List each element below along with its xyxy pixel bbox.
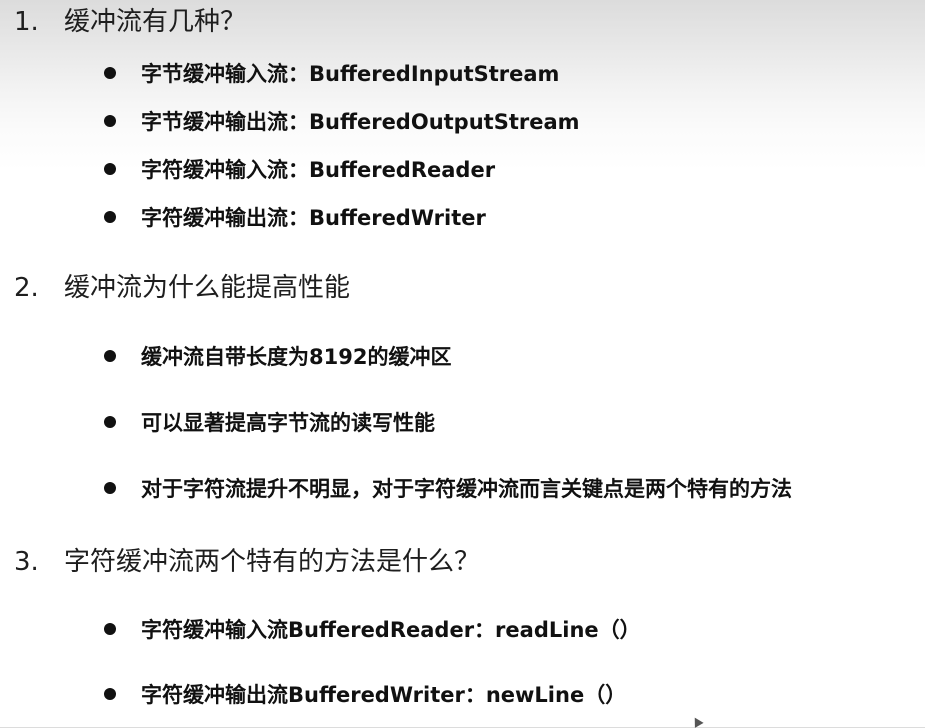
section-1-title: 缓冲流有几种？ — [64, 7, 247, 37]
list-item: 缓冲流自带长度为8192的缓冲区 — [104, 342, 451, 372]
bullet-icon — [104, 623, 116, 635]
section-1-number: 1. — [14, 7, 39, 37]
list-item: 可以显著提高字节流的读写性能 — [104, 408, 435, 438]
bullet-icon — [104, 688, 116, 700]
section-2-heading: 2. 缓冲流为什么能提高性能 — [14, 268, 350, 308]
bullet-icon — [104, 416, 116, 428]
section-2-number: 2. — [14, 273, 39, 303]
section-2-title: 缓冲流为什么能提高性能 — [64, 273, 351, 303]
list-item: 字节缓冲输出流：BufferedOutputStream — [104, 107, 580, 137]
list-item: 字符缓冲输入流BufferedReader：readLine（） — [104, 615, 641, 645]
bullet-icon — [104, 67, 116, 79]
bullet-icon — [104, 350, 116, 362]
section-3-number: 3. — [14, 547, 39, 577]
bullet-icon — [104, 115, 116, 127]
list-item-text: 字符缓冲输入流：BufferedReader — [141, 158, 496, 182]
list-item-text: 对于字符流提升不明显，对于字符缓冲流而言关键点是两个特有的方法 — [141, 477, 792, 501]
list-item-text: 缓冲流自带长度为8192的缓冲区 — [141, 345, 452, 369]
bullet-icon — [104, 482, 116, 494]
list-item-text: 字节缓冲输出流：BufferedOutputStream — [141, 110, 580, 134]
list-item-text: 字节缓冲输入流：BufferedInputStream — [141, 62, 560, 86]
list-item: 字节缓冲输入流：BufferedInputStream — [104, 59, 559, 89]
list-item-text: 可以显著提高字节流的读写性能 — [141, 411, 435, 435]
list-item: 字符缓冲输入流：BufferedReader — [104, 155, 495, 185]
section-3-title: 字符缓冲流两个特有的方法是什么？ — [64, 547, 481, 577]
section-1-heading: 1. 缓冲流有几种？ — [14, 2, 246, 42]
mouse-cursor-icon — [690, 715, 704, 728]
bullet-icon — [104, 211, 116, 223]
list-item: 字符缓冲输出流BufferedWriter：newLine（） — [104, 680, 626, 710]
list-item: 对于字符流提升不明显，对于字符缓冲流而言关键点是两个特有的方法 — [104, 474, 792, 504]
section-3-heading: 3. 字符缓冲流两个特有的方法是什么？ — [14, 542, 480, 582]
list-item-text: 字符缓冲输出流BufferedWriter：newLine（） — [141, 683, 627, 707]
list-item: 字符缓冲输出流：BufferedWriter — [104, 203, 486, 233]
bullet-icon — [104, 163, 116, 175]
list-item-text: 字符缓冲输出流：BufferedWriter — [141, 206, 486, 230]
list-item-text: 字符缓冲输入流BufferedReader：readLine（） — [141, 618, 641, 642]
